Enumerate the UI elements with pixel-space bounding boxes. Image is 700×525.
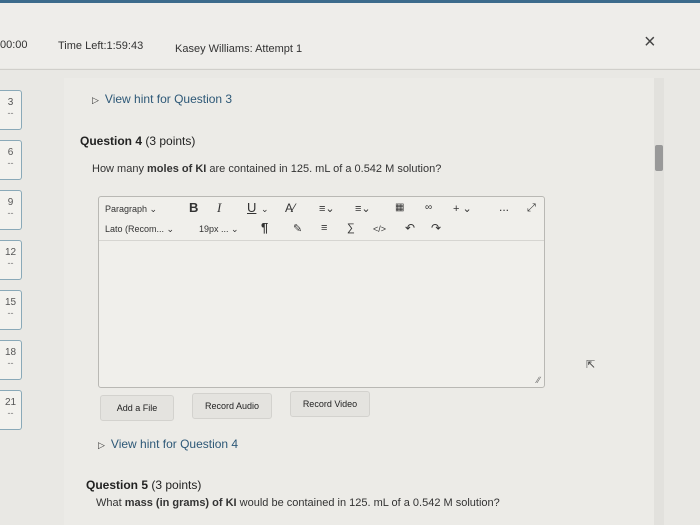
question-text-bold: moles of KI bbox=[147, 163, 207, 175]
question-nav-item[interactable]: 3 -- bbox=[0, 90, 22, 130]
question-nav-number: 9 bbox=[7, 197, 14, 208]
question-nav-status: -- bbox=[7, 408, 14, 418]
question-nav-status: -- bbox=[7, 308, 14, 318]
record-audio-button[interactable]: Record Audio bbox=[192, 393, 272, 419]
question-nav-status: -- bbox=[7, 258, 14, 268]
font-select[interactable]: Lato (Recom... ⌄ bbox=[105, 224, 174, 235]
bold-button[interactable]: B bbox=[189, 200, 198, 215]
clock-text: 00:00 bbox=[0, 39, 28, 51]
question-nav-status: -- bbox=[7, 208, 14, 218]
hint-link-q4[interactable]: ▷ View hint for Question 4 bbox=[98, 437, 238, 451]
triangle-right-icon: ▷ bbox=[92, 95, 99, 105]
editor-toolbar: Paragraph ⌄ B I U ⌄ A⁄ ≡⌄ ≡⌄ ▦ ∞ + ⌄ ...… bbox=[99, 197, 544, 241]
source-code-icon[interactable]: </> bbox=[373, 224, 386, 234]
question-points: (3 points) bbox=[145, 134, 196, 148]
question-nav-item[interactable]: 21 -- bbox=[0, 390, 22, 430]
question-points: (3 points) bbox=[151, 478, 202, 492]
question-nav-number: 18 bbox=[4, 347, 17, 358]
question-text-part: What bbox=[96, 497, 125, 509]
question-4-title: Question 4 (3 points) bbox=[80, 134, 195, 148]
question-nav-item[interactable]: 15 -- bbox=[0, 290, 22, 330]
close-icon[interactable]: × bbox=[644, 31, 656, 54]
header-divider bbox=[0, 69, 700, 70]
more-options-icon[interactable]: ... bbox=[499, 200, 509, 214]
question-nav-item[interactable]: 6 -- bbox=[0, 140, 22, 180]
record-video-button[interactable]: Record Video bbox=[290, 391, 370, 417]
italic-button[interactable]: I bbox=[217, 200, 221, 216]
equation-icon[interactable]: ≡ bbox=[321, 222, 327, 234]
hint-link-q3[interactable]: ▷ View hint for Question 3 bbox=[92, 92, 232, 106]
paragraph-select[interactable]: Paragraph ⌄ bbox=[105, 204, 157, 215]
insert-stuff-icon[interactable]: ▦ bbox=[395, 202, 404, 213]
question-5-title: Question 5 (3 points) bbox=[86, 478, 201, 492]
question-text-bold: mass (in grams) of KI bbox=[124, 497, 237, 509]
paragraph-label: Paragraph bbox=[105, 204, 148, 214]
underline-button[interactable]: U bbox=[247, 200, 256, 215]
fullscreen-icon[interactable]: ⤢ bbox=[527, 202, 536, 215]
question-label: Question 5 bbox=[86, 478, 149, 492]
hint-label: View hint for Question 4 bbox=[110, 437, 239, 451]
answer-editor: Paragraph ⌄ B I U ⌄ A⁄ ≡⌄ ≡⌄ ▦ ∞ + ⌄ ...… bbox=[98, 196, 545, 388]
question-label: Question 4 bbox=[80, 134, 143, 148]
question-nav-number: 12 bbox=[4, 247, 17, 258]
scrollbar-thumb[interactable] bbox=[655, 145, 663, 171]
question-5-text: What mass (in grams) of KI would be cont… bbox=[96, 497, 500, 509]
question-nav-number: 6 bbox=[7, 147, 14, 158]
undo-icon[interactable]: ↶ bbox=[405, 221, 415, 235]
top-bar: 00:00 Time Left:1:59:43 Kasey Williams: … bbox=[0, 0, 700, 70]
answer-text-area[interactable] bbox=[99, 241, 544, 387]
align-icon[interactable]: ≡⌄ bbox=[319, 202, 335, 215]
time-left-text: Time Left:1:59:43 bbox=[58, 40, 144, 52]
question-nav-status: -- bbox=[7, 108, 14, 118]
text-color-icon[interactable]: A⁄ bbox=[285, 201, 295, 215]
triangle-right-icon: ▷ bbox=[98, 440, 105, 450]
font-size-label: 19px ... bbox=[199, 224, 229, 234]
list-icon[interactable]: ≡⌄ bbox=[355, 202, 371, 215]
question-nav-number: 21 bbox=[4, 397, 17, 408]
question-text-part: would be contained in 125. mL of a 0.542… bbox=[236, 497, 500, 509]
question-text-part: are contained in 125. mL of a 0.542 M so… bbox=[206, 163, 442, 175]
chevron-down-icon[interactable]: ⌄ bbox=[261, 204, 269, 215]
highlight-icon[interactable]: ✎ bbox=[293, 222, 302, 235]
hint-label: View hint for Question 3 bbox=[104, 92, 233, 106]
question-4-text: How many moles of KI are contained in 12… bbox=[92, 163, 441, 175]
font-label: Lato (Recom... bbox=[105, 224, 165, 234]
question-nav-status: -- bbox=[7, 158, 14, 168]
format-painter-icon[interactable]: ¶ bbox=[261, 220, 268, 235]
resize-handle-icon[interactable]: ∕∕ bbox=[537, 375, 540, 385]
question-nav-item[interactable]: 18 -- bbox=[0, 340, 22, 380]
add-icon[interactable]: + ⌄ bbox=[453, 202, 472, 215]
font-size-select[interactable]: 19px ... ⌄ bbox=[199, 224, 239, 235]
question-nav-item[interactable]: 9 -- bbox=[0, 190, 22, 230]
question-nav-item[interactable]: 12 -- bbox=[0, 240, 22, 280]
add-file-button[interactable]: Add a File bbox=[100, 395, 174, 421]
mouse-cursor-icon: ⇱ bbox=[586, 359, 596, 371]
redo-icon[interactable]: ↷ bbox=[431, 221, 441, 235]
link-icon[interactable]: ∞ bbox=[425, 202, 432, 213]
equation-editor-icon[interactable]: ∑ bbox=[347, 222, 355, 234]
question-text-part: How many bbox=[92, 163, 148, 175]
question-nav-number: 3 bbox=[7, 97, 14, 108]
question-nav-number: 15 bbox=[4, 297, 17, 308]
attempt-title: Kasey Williams: Attempt 1 bbox=[175, 43, 303, 55]
question-nav-status: -- bbox=[7, 358, 14, 368]
